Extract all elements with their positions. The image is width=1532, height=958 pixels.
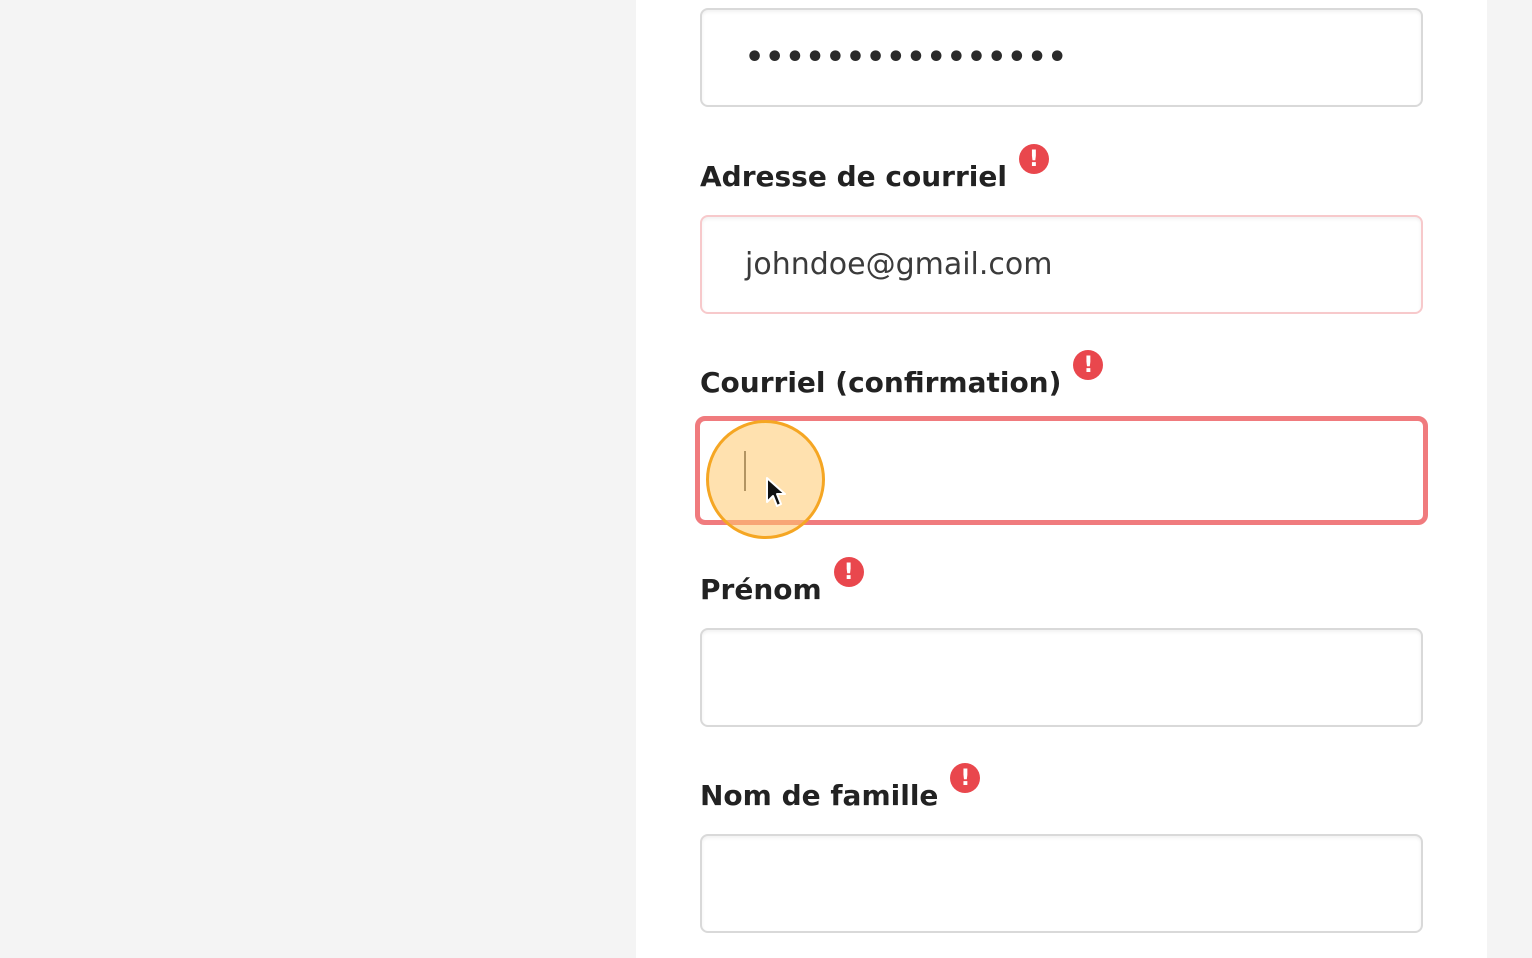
exclamation-icon: ! (833, 557, 864, 587)
last-name-label-text: Nom de famille (700, 779, 939, 812)
password-value: •••••••••••••••• (745, 39, 1068, 75)
email-confirm-label: Courriel (confirmation) ! (700, 350, 1104, 399)
page-background-right (1487, 0, 1532, 958)
first-name-field[interactable] (700, 628, 1423, 727)
first-name-label: Prénom ! (700, 557, 864, 606)
exclamation-icon: ! (1073, 350, 1104, 380)
email-value: johndoe@gmail.com (745, 247, 1053, 282)
email-field[interactable]: johndoe@gmail.com (700, 215, 1423, 314)
exclamation-icon: ! (1018, 144, 1049, 174)
email-label: Adresse de courriel ! (700, 144, 1049, 193)
page-background-left (0, 0, 636, 958)
password-field[interactable]: •••••••••••••••• (700, 8, 1423, 107)
exclamation-icon: ! (950, 763, 981, 793)
email-label-text: Adresse de courriel (700, 160, 1007, 193)
mouse-pointer-icon (766, 477, 786, 507)
first-name-label-text: Prénom (700, 573, 822, 606)
email-confirm-label-text: Courriel (confirmation) (700, 366, 1062, 399)
last-name-field[interactable] (700, 834, 1423, 933)
last-name-label: Nom de famille ! (700, 763, 981, 812)
